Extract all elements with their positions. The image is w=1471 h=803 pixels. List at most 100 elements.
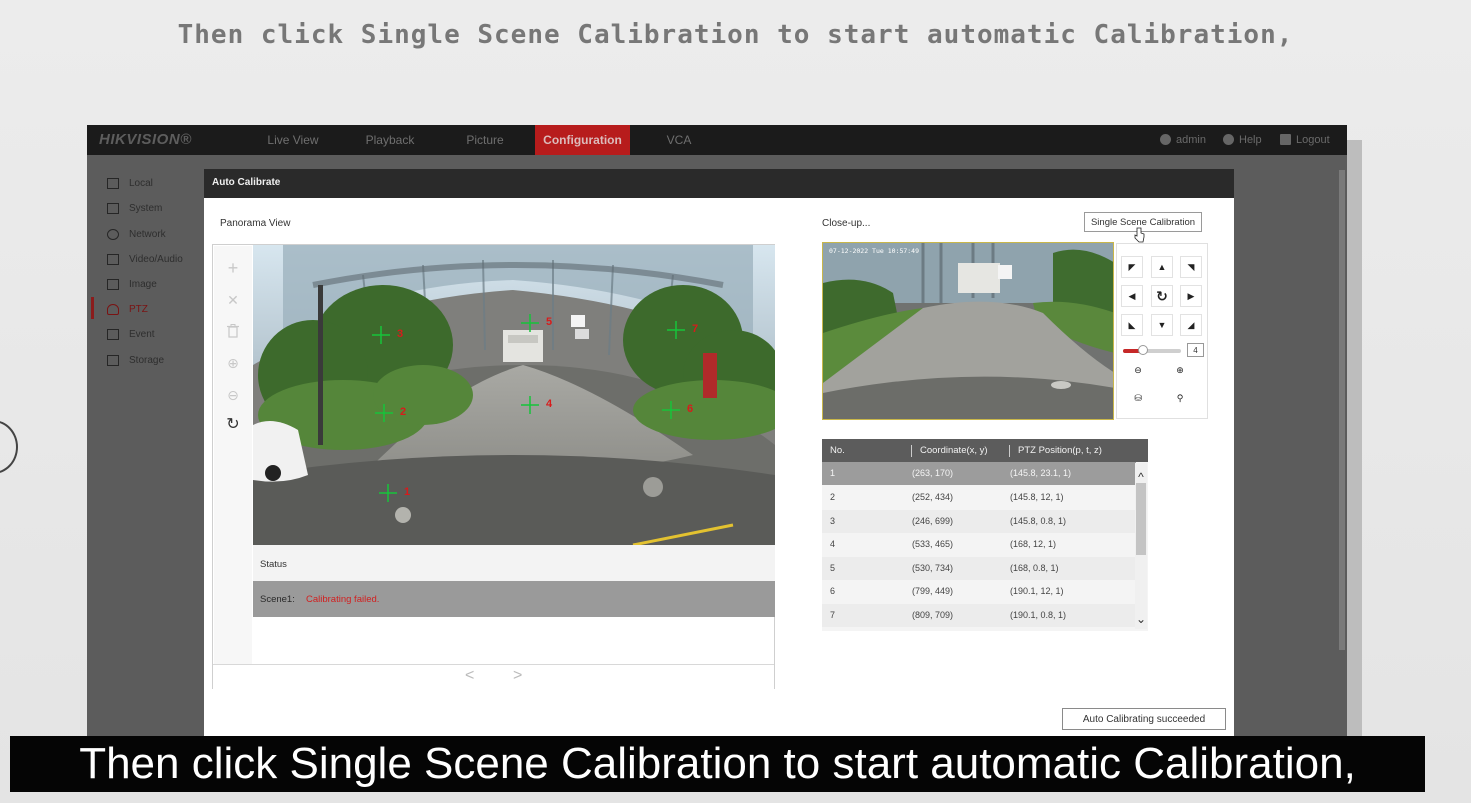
cell-no: 5	[830, 563, 836, 573]
cell-coordinate: (246, 699)	[912, 516, 954, 526]
table-row[interactable]: 2 (252, 434) (145.8, 12, 1)	[822, 486, 1136, 509]
logout-icon	[1280, 134, 1291, 145]
nav-picture[interactable]: Picture	[443, 125, 527, 155]
sidebar-active-marker	[91, 297, 94, 319]
calendar-icon	[107, 329, 119, 340]
arrow-right-icon[interactable]: ▶	[1180, 285, 1202, 307]
refresh-icon[interactable]: ↻	[225, 417, 241, 433]
trash-icon[interactable]	[225, 324, 241, 340]
next-page-button[interactable]: >	[513, 667, 522, 685]
panorama-panel: + ✕ ⊕ ⊖ ↻ 1 2 3 4 5 6 7 Status Scene1: C…	[212, 244, 775, 689]
close-up-label: Close-up...	[822, 218, 871, 229]
hand-cursor-icon	[1134, 227, 1145, 243]
chevron-up-icon[interactable]: ^	[1135, 471, 1147, 483]
prev-page-button[interactable]: <	[465, 667, 474, 685]
arrow-up-left-icon[interactable]: ◤	[1121, 256, 1143, 278]
logout-link[interactable]: Logout	[1280, 125, 1330, 155]
sidebar-item-event[interactable]: Event	[107, 325, 155, 345]
column-no: No.	[830, 445, 845, 456]
video-audio-icon	[107, 254, 119, 265]
sidebar-item-system[interactable]: System	[107, 199, 162, 219]
column-ptz-position: PTZ Position(p, t, z)	[1009, 445, 1102, 457]
marker-label: 6	[687, 403, 694, 415]
table-row[interactable]: 3 (246, 699) (145.8, 0.8, 1)	[822, 510, 1136, 533]
arrow-up-right-icon[interactable]: ◥	[1180, 256, 1202, 278]
close-up-scene	[823, 243, 1113, 419]
calibration-marker-5[interactable]: 5	[521, 313, 552, 333]
arrow-down-left-icon[interactable]: ◣	[1121, 314, 1143, 336]
cell-coordinate: (533, 465)	[912, 539, 954, 549]
preset-icon[interactable]: ⛁	[1127, 388, 1149, 410]
subtitle-caption: Then click Single Scene Calibration to s…	[10, 736, 1425, 792]
calibration-marker-4[interactable]: 4	[521, 395, 552, 415]
top-navigation: HIKVISION® Live View Playback Picture Co…	[87, 125, 1347, 155]
speed-value[interactable]: 4	[1187, 343, 1204, 357]
table-row[interactable]: 1 (263, 170) (145.8, 23.1, 1)	[822, 462, 1136, 485]
cell-coordinate: (809, 709)	[912, 610, 954, 620]
speed-slider[interactable]	[1123, 345, 1181, 355]
user-menu[interactable]: admin	[1160, 125, 1206, 155]
zoom-out-lens-icon[interactable]: ⊕	[1169, 360, 1191, 382]
calibration-marker-2[interactable]: 2	[375, 403, 406, 423]
sidebar-item-ptz[interactable]: PTZ	[107, 300, 148, 320]
dialog-header: Auto Calibrate	[204, 169, 1234, 198]
table-scrollbar[interactable]: ^ ⌄	[1135, 463, 1147, 629]
table-row[interactable]: 7 (809, 709) (190.1, 0.8, 1)	[822, 604, 1136, 627]
sidebar-item-network[interactable]: Network	[107, 225, 166, 245]
status-header: Status	[253, 545, 775, 581]
help-link[interactable]: Help	[1223, 125, 1262, 155]
table-header: No. Coordinate(x, y) PTZ Position(p, t, …	[822, 439, 1148, 462]
auto-calibrating-status-button[interactable]: Auto Calibrating succeeded	[1062, 708, 1226, 730]
table-row[interactable]: 5 (530, 734) (168, 0.8, 1)	[822, 557, 1136, 580]
zoom-in-icon[interactable]: ⊕	[225, 355, 241, 371]
auto-calibrate-dialog: Panorama View Close-up... + ✕ ⊕ ⊖ ↻ 1 2 …	[204, 198, 1234, 746]
ptz-control-panel: ◤ ▲ ◥ ◀ ↻ ▶ ◣ ▼ ◢ 4 ⊖ ⊕ ⛁ ⚲	[1116, 243, 1208, 419]
speed-slider-handle[interactable]	[1138, 345, 1149, 355]
patrol-icon[interactable]: ⚲	[1169, 388, 1191, 410]
close-up-view[interactable]: 07-12-2022 Tue 10:57:49	[822, 242, 1114, 420]
page-scrollbar[interactable]	[1339, 170, 1345, 650]
table-row[interactable]: 6 (799, 449) (190.1, 12, 1)	[822, 580, 1136, 603]
tutorial-caption-top: Then click Single Scene Calibration to s…	[177, 20, 1294, 50]
arrow-down-right-icon[interactable]: ◢	[1180, 314, 1202, 336]
cell-ptz-position: (190.1, 12, 1)	[1010, 586, 1064, 596]
marker-label: 7	[692, 323, 699, 335]
sidebar-item-video-audio[interactable]: Video/Audio	[107, 250, 183, 270]
cell-ptz-position: (145.8, 0.8, 1)	[1010, 516, 1067, 526]
calibration-marker-3[interactable]: 3	[372, 325, 403, 345]
cell-ptz-position: (145.8, 23.1, 1)	[1010, 468, 1072, 478]
calibration-marker-6[interactable]: 6	[662, 400, 693, 420]
calibration-marker-7[interactable]: 7	[667, 320, 698, 340]
panorama-image[interactable]: 1 2 3 4 5 6 7	[253, 245, 775, 545]
scene-label: Scene1:	[260, 594, 295, 605]
chevron-down-icon[interactable]: ⌄	[1135, 613, 1147, 625]
arrow-left-icon[interactable]: ◀	[1121, 285, 1143, 307]
sidebar-item-storage[interactable]: Storage	[107, 351, 164, 371]
cell-no: 1	[830, 468, 836, 478]
calibration-marker-1[interactable]: 1	[379, 483, 410, 503]
arrow-down-icon[interactable]: ▼	[1151, 314, 1173, 336]
auto-rotate-icon[interactable]: ↻	[1151, 285, 1173, 307]
window-shadow	[1347, 140, 1362, 780]
cell-no: 4	[830, 539, 836, 549]
zoom-in-lens-icon[interactable]: ⊖	[1127, 360, 1149, 382]
cell-ptz-position: (168, 0.8, 1)	[1010, 563, 1059, 573]
nav-configuration[interactable]: Configuration	[535, 125, 630, 155]
nav-live-view[interactable]: Live View	[247, 125, 339, 155]
plus-icon[interactable]: +	[225, 259, 241, 277]
sidebar-item-local[interactable]: Local	[107, 174, 153, 194]
marker-label: 3	[397, 328, 404, 340]
cell-coordinate: (263, 170)	[912, 468, 954, 478]
marker-label: 2	[400, 406, 407, 418]
panorama-scene	[253, 245, 775, 545]
nav-playback[interactable]: Playback	[345, 125, 435, 155]
arrow-up-icon[interactable]: ▲	[1151, 256, 1173, 278]
sidebar-item-image[interactable]: Image	[107, 275, 157, 295]
zoom-out-icon[interactable]: ⊖	[225, 387, 241, 403]
table-scrollbar-thumb[interactable]	[1136, 483, 1146, 555]
marker-label: 4	[546, 398, 553, 410]
scene-error-message: Calibrating failed.	[306, 594, 380, 605]
nav-vca[interactable]: VCA	[640, 125, 718, 155]
table-row[interactable]: 4 (533, 465) (168, 12, 1)	[822, 533, 1136, 556]
close-icon[interactable]: ✕	[225, 292, 241, 308]
